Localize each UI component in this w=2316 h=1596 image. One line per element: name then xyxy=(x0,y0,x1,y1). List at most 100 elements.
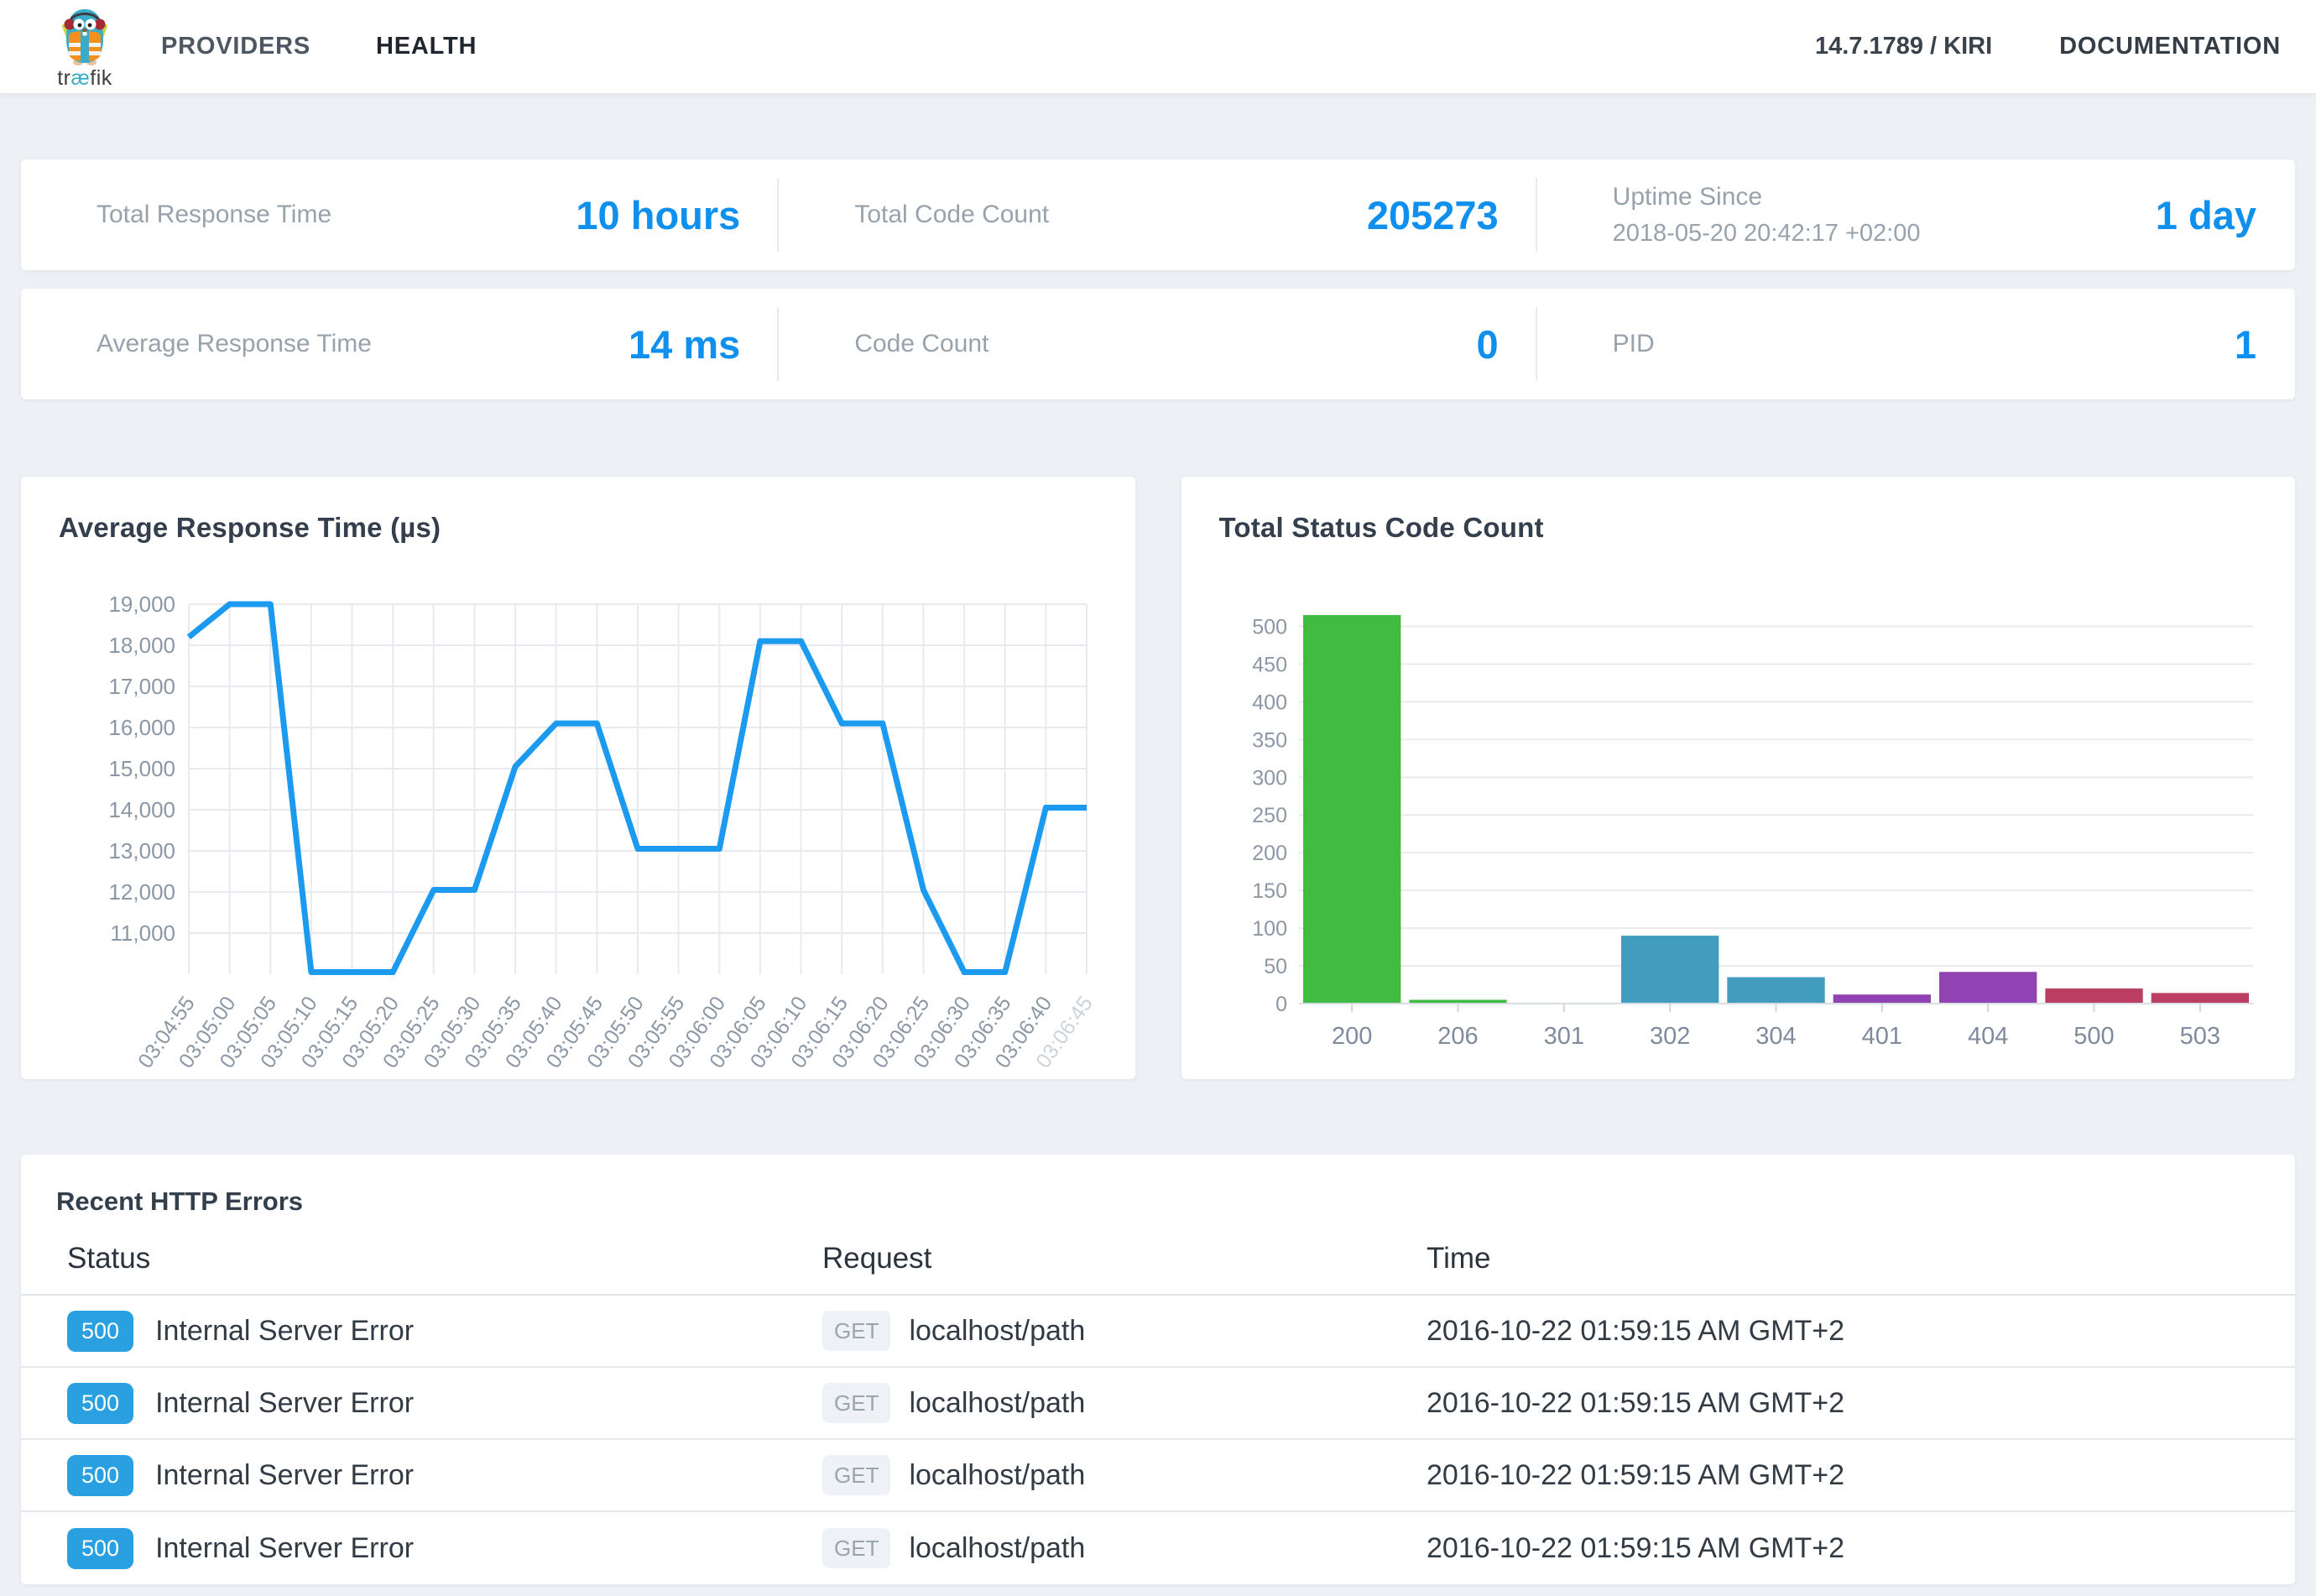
svg-text:503: 503 xyxy=(2179,1023,2220,1050)
status-text: Internal Server Error xyxy=(155,1532,414,1565)
status-code-card: Total Status Code Count 0501001502002503… xyxy=(1181,477,2296,1079)
svg-text:100: 100 xyxy=(1252,917,1287,941)
svg-text:12,000: 12,000 xyxy=(108,879,175,905)
traefik-logo[interactable]: træfik xyxy=(30,4,139,89)
chart-title-status-codes: Total Status Code Count xyxy=(1219,512,2258,544)
stat-code-count: Code Count 0 xyxy=(779,289,1536,399)
error-table-row: 500 Internal Server Error GET localhost/… xyxy=(21,1368,2295,1440)
documentation-link[interactable]: DOCUMENTATION xyxy=(2059,33,2281,60)
svg-text:15,000: 15,000 xyxy=(108,756,175,781)
error-table-row: 500 Internal Server Error GET localhost/… xyxy=(21,1296,2295,1368)
svg-text:404: 404 xyxy=(1967,1023,2007,1050)
request-path: localhost/path xyxy=(909,1532,1085,1565)
request-path: localhost/path xyxy=(909,1315,1085,1348)
version-text: 14.7.1789 / KIRI xyxy=(1815,33,1992,60)
svg-text:16,000: 16,000 xyxy=(108,715,175,740)
http-method-badge: GET xyxy=(822,1311,890,1351)
stat-value: 205273 xyxy=(1367,192,1499,238)
status-code-badge: 500 xyxy=(67,1383,133,1424)
svg-text:14,000: 14,000 xyxy=(108,797,175,822)
errors-table-header: Status Request Time xyxy=(21,1217,2295,1296)
svg-text:13,000: 13,000 xyxy=(108,838,175,863)
traefik-wordmark: træfik xyxy=(57,68,112,89)
column-header-time: Time xyxy=(1427,1242,2295,1275)
status-code-badge: 500 xyxy=(67,1311,133,1352)
status-cell: 500 Internal Server Error xyxy=(67,1528,822,1569)
stat-value: 14 ms xyxy=(629,321,740,368)
nav-right: 14.7.1789 / KIRI DOCUMENTATION xyxy=(1815,33,2281,60)
error-table-row: 500 Internal Server Error GET localhost/… xyxy=(21,1512,2295,1584)
nav-link-health[interactable]: HEALTH xyxy=(376,33,477,60)
status-text: Internal Server Error xyxy=(155,1315,414,1348)
stat-label: PID xyxy=(1613,330,1655,358)
top-nav: træfik PROVIDERS HEALTH 14.7.1789 / KIRI… xyxy=(0,0,2316,94)
status-code-chart: 0501001502002503003504004505002002063013… xyxy=(1219,592,2258,1079)
nav-link-providers[interactable]: PROVIDERS xyxy=(161,33,310,60)
stat-label: Average Response Time xyxy=(96,330,372,358)
status-code-badge: 500 xyxy=(67,1455,133,1496)
stat-label: Total Code Count xyxy=(854,201,1049,229)
svg-text:500: 500 xyxy=(2073,1023,2114,1050)
svg-text:206: 206 xyxy=(1437,1023,1478,1050)
recent-errors-card: Recent HTTP Errors Status Request Time 5… xyxy=(21,1155,2295,1584)
request-cell: GET localhost/path xyxy=(822,1455,1427,1495)
summary-card-row-2: Average Response Time 14 ms Code Count 0… xyxy=(21,289,2295,399)
stat-uptime-since: Uptime Since 2018-05-20 20:42:17 +02:00 … xyxy=(1537,159,2295,270)
stat-pid: PID 1 xyxy=(1537,289,2295,399)
http-method-badge: GET xyxy=(822,1383,890,1423)
svg-text:350: 350 xyxy=(1252,728,1287,752)
stat-total-response-time: Total Response Time 10 hours xyxy=(21,159,779,270)
status-cell: 500 Internal Server Error xyxy=(67,1455,822,1496)
svg-text:200: 200 xyxy=(1331,1023,1371,1050)
svg-text:401: 401 xyxy=(1861,1023,1901,1050)
error-time: 2016-10-22 01:59:15 AM GMT+2 xyxy=(1427,1315,2295,1348)
http-method-badge: GET xyxy=(822,1528,890,1568)
svg-text:0: 0 xyxy=(1275,993,1287,1016)
error-table-row: 500 Internal Server Error GET localhost/… xyxy=(21,1440,2295,1512)
svg-text:302: 302 xyxy=(1649,1023,1689,1050)
avg-response-time-card: Average Response Time (µs) 11,00012,0001… xyxy=(21,477,1135,1079)
chart-title-avg-response: Average Response Time (µs) xyxy=(59,512,1098,544)
stat-value: 0 xyxy=(1477,321,1499,368)
svg-text:11,000: 11,000 xyxy=(110,921,175,946)
svg-text:301: 301 xyxy=(1543,1023,1583,1050)
request-path: localhost/path xyxy=(909,1459,1085,1492)
request-cell: GET localhost/path xyxy=(822,1383,1427,1423)
stat-value: 1 day xyxy=(2156,192,2256,238)
svg-text:300: 300 xyxy=(1252,766,1287,790)
nav-links: PROVIDERS HEALTH xyxy=(161,33,477,60)
stat-average-response-time: Average Response Time 14 ms xyxy=(21,289,779,399)
svg-text:150: 150 xyxy=(1252,879,1287,903)
traefik-gopher-icon xyxy=(57,4,112,66)
error-time: 2016-10-22 01:59:15 AM GMT+2 xyxy=(1427,1459,2295,1492)
request-path: localhost/path xyxy=(909,1387,1085,1420)
status-text: Internal Server Error xyxy=(155,1459,414,1492)
svg-text:18,000: 18,000 xyxy=(108,633,175,658)
stat-label: Code Count xyxy=(854,330,988,358)
stat-value: 1 xyxy=(2235,321,2256,368)
stat-label: Total Response Time xyxy=(96,201,331,229)
charts-row: Average Response Time (µs) 11,00012,0001… xyxy=(21,477,2295,1079)
svg-text:450: 450 xyxy=(1252,653,1287,676)
error-time: 2016-10-22 01:59:15 AM GMT+2 xyxy=(1427,1387,2295,1420)
svg-text:50: 50 xyxy=(1264,955,1287,978)
error-time: 2016-10-22 01:59:15 AM GMT+2 xyxy=(1427,1532,2295,1565)
request-cell: GET localhost/path xyxy=(822,1311,1427,1351)
svg-text:200: 200 xyxy=(1252,842,1287,865)
summary-card-row-1: Total Response Time 10 hours Total Code … xyxy=(21,159,2295,270)
http-method-badge: GET xyxy=(822,1455,890,1495)
stat-value: 10 hours xyxy=(576,192,740,238)
request-cell: GET localhost/path xyxy=(822,1528,1427,1568)
column-header-request: Request xyxy=(822,1242,1427,1275)
svg-text:400: 400 xyxy=(1252,691,1287,714)
stat-total-code-count: Total Code Count 205273 xyxy=(779,159,1536,270)
column-header-status: Status xyxy=(67,1242,822,1275)
status-cell: 500 Internal Server Error xyxy=(67,1311,822,1352)
uptime-timestamp: 2018-05-20 20:42:17 +02:00 xyxy=(1613,220,1921,248)
errors-table-title: Recent HTTP Errors xyxy=(56,1187,2295,1217)
stat-label: Uptime Since 2018-05-20 20:42:17 +02:00 xyxy=(1613,183,1921,248)
svg-text:17,000: 17,000 xyxy=(108,674,175,699)
avg-response-chart: 11,000 12,000 13,000 14,000 15,000 16,000 17,0… xyxy=(59,592,1098,1079)
svg-text:500: 500 xyxy=(1252,615,1287,639)
svg-text:19,000: 19,000 xyxy=(108,592,175,617)
